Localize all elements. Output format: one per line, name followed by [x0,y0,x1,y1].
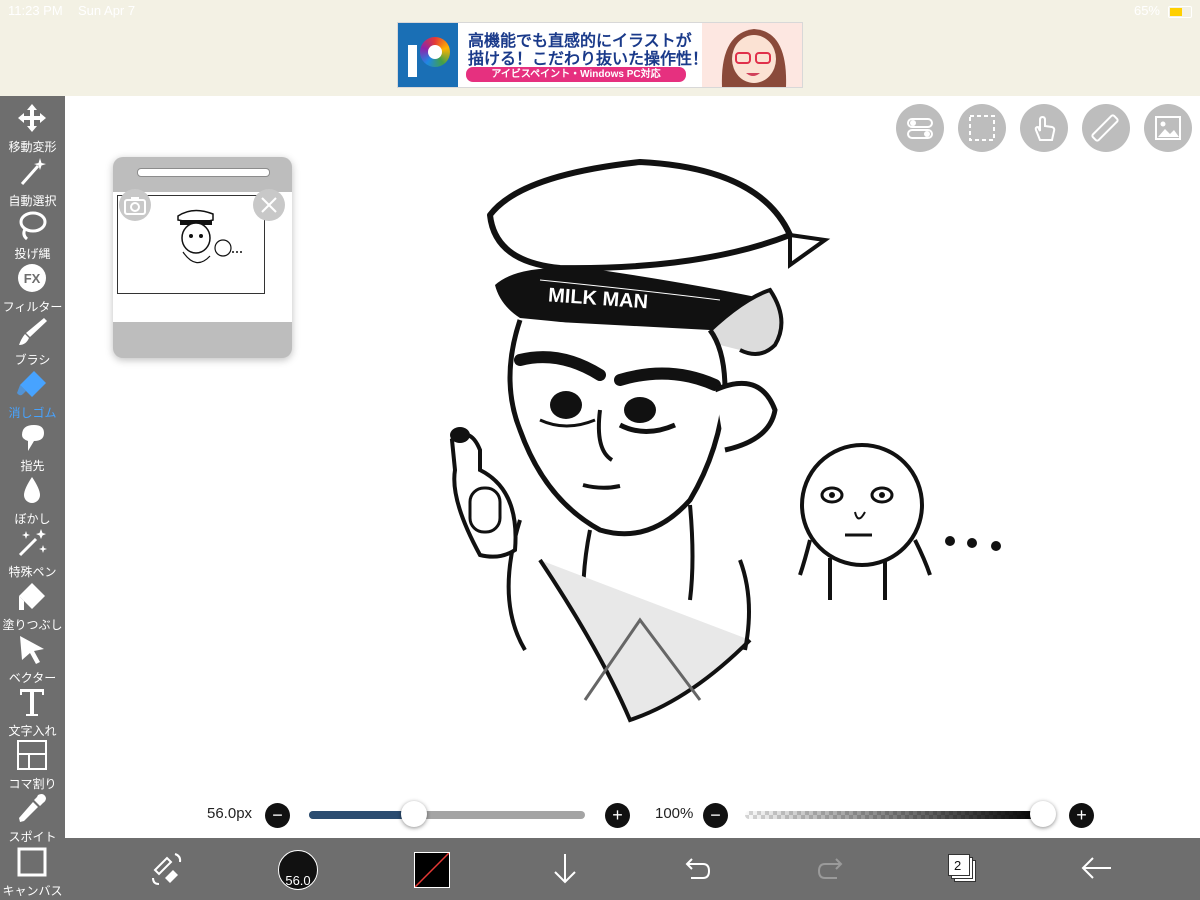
brush-size-indicator-label: 56.0 [285,873,311,888]
bottom-toolbar: 56.0 2 [65,838,1200,900]
move-icon [18,104,46,132]
blur-drop-icon [24,477,40,503]
undo-icon [685,858,711,879]
brush-size-decrease-button[interactable]: − [265,803,290,828]
magic-wand-icon [20,158,46,185]
ruler-icon [1091,114,1119,142]
brush-size-slider[interactable] [309,801,585,827]
canvas-icon [17,847,47,877]
brush-size-slider-fill [309,811,414,819]
vector-cursor-icon [20,636,44,664]
brush-eraser-swap-button[interactable] [147,848,187,888]
image-icon [1155,116,1181,140]
ad-character-illustration [702,23,802,87]
navigator-close-button[interactable] [253,189,285,221]
brush-icon [19,318,47,345]
status-bar: 11:23 PM Sun Apr 7 65% [0,0,1200,22]
tool-magic-wand[interactable]: 自動選択 [0,154,65,208]
battery-icon [1168,6,1192,18]
tool-brush[interactable]: ブラシ [0,313,65,367]
tool-blur[interactable]: ぼかし [0,472,65,526]
brush-slider-row: 56.0px − + 100% − + [65,795,1200,835]
tool-label: スポイト [8,830,57,844]
eyedropper-icon [19,794,46,822]
selection-button[interactable] [958,104,1006,152]
opacity-slider[interactable] [745,801,1056,827]
fill-bucket-icon [19,583,45,610]
arrow-left-icon [1081,857,1111,879]
status-time: 11:23 PM [8,3,63,18]
tool-sidebar: 移動変形 自動選択 投げ縄 FX フィルター ブラシ 消しゴム 指先 ぼかし 特… [0,96,65,900]
arrow-down-icon [554,854,576,884]
opacity-increase-button[interactable]: + [1069,803,1094,828]
brush-size-increase-button[interactable]: + [605,803,630,828]
hand-touch-icon [1034,115,1056,141]
image-button[interactable] [1144,104,1192,152]
layer-count: 2 [954,858,962,873]
opacity-value: 100% [655,805,694,822]
ibis-paint-logo [398,23,458,87]
tool-eyedropper[interactable]: スポイト [0,790,65,844]
toggle-button[interactable] [896,104,944,152]
redo-icon [817,858,843,879]
undo-button[interactable] [677,848,717,888]
brush-size-slider-knob[interactable] [400,801,427,827]
frame-divider-icon [17,740,47,770]
tool-frame-divider[interactable]: コマ割り [0,737,65,791]
navigator-panel[interactable] [113,157,292,358]
status-date: Sun Apr 7 [78,3,136,18]
layers-icon: 2 [948,854,970,876]
ad-banner[interactable]: 高機能でも直感的にイラストが 描ける！こだわり抜いた操作性！ アイビスペイント・… [397,22,803,88]
text-icon [20,689,44,716]
back-button[interactable] [1077,848,1117,888]
smudge-icon [22,425,44,451]
touch-button[interactable] [1020,104,1068,152]
tool-eraser[interactable]: 消しゴム [0,366,65,420]
tool-vector[interactable]: ベクター [0,631,65,685]
ad-headline-2: 描ける！こだわり抜いた操作性！ [468,51,709,68]
special-pen-icon [18,529,47,557]
eraser-icon [17,371,46,397]
tool-fill[interactable]: 塗りつぶし [0,578,65,632]
brush-eraser-swap-icon [152,853,182,885]
tool-smudge[interactable]: 指先 [0,419,65,473]
navigator-drag-handle[interactable] [137,168,270,177]
svg-text:FX: FX [24,271,41,286]
tool-filter[interactable]: FX フィルター [0,260,65,314]
tool-special-pen[interactable]: 特殊ペン [0,525,65,579]
brush-size-indicator[interactable]: 56.0 [278,850,318,890]
tool-lasso[interactable]: 投げ縄 [0,207,65,261]
tool-label: キャンバス [2,884,63,898]
camera-icon [124,197,146,215]
redo-button[interactable] [811,848,851,888]
color-swatch-icon [415,853,449,887]
tool-canvas[interactable]: キャンバス [0,844,65,898]
toggle-icon [907,118,933,139]
selection-icon [969,115,995,141]
tool-label: 移動変形 [8,140,57,154]
ruler-button[interactable] [1082,104,1130,152]
tool-text[interactable]: 文字入れ [0,684,65,738]
color-swatch-button[interactable] [414,852,450,888]
lasso-icon [19,211,47,241]
brush-size-value: 56.0px [207,805,253,822]
layers-button[interactable]: 2 [948,854,976,882]
battery-percent: 65% [1133,3,1160,18]
ad-bar: 高機能でも直感的にイラストが 描ける！こだわり抜いた操作性！ アイビスペイント・… [0,22,1200,97]
ad-subline: アイビスペイント・Windows PC対応 [466,67,686,82]
move-down-button[interactable] [545,848,585,888]
tool-move-transform[interactable]: 移動変形 [0,100,65,154]
filter-fx-icon: FX [18,264,46,292]
opacity-slider-knob[interactable] [1030,801,1056,827]
opacity-decrease-button[interactable]: − [703,803,728,828]
navigator-camera-button[interactable] [119,189,151,221]
close-icon [261,197,277,213]
